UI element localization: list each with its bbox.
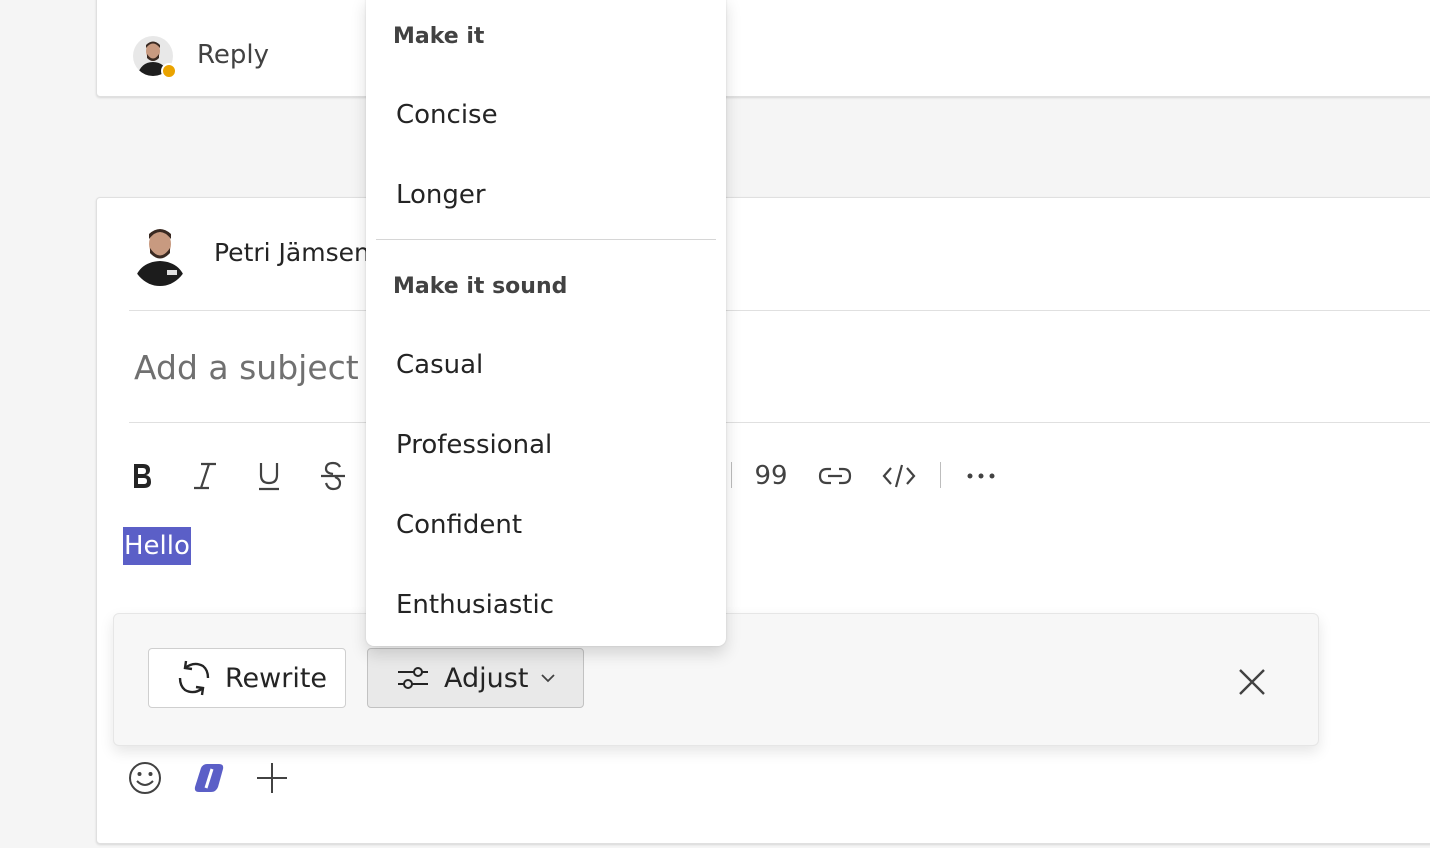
author-name: Petri Jämsen: [214, 238, 370, 267]
reply-card: Reply: [96, 0, 1430, 97]
avatar: [131, 222, 189, 286]
menu-item-longer[interactable]: Longer: [396, 180, 486, 210]
adjust-label: Adjust: [444, 662, 529, 694]
reply-button[interactable]: Reply: [197, 40, 269, 70]
menu-item-confident[interactable]: Confident: [396, 510, 522, 540]
adjust-button[interactable]: Adjust: [367, 648, 584, 708]
code-icon[interactable]: [879, 456, 919, 496]
close-icon[interactable]: [1232, 662, 1272, 702]
divider: [129, 422, 1430, 423]
strikethrough-icon[interactable]: [313, 456, 353, 496]
more-icon[interactable]: [961, 456, 1001, 496]
message-body-text[interactable]: Hello: [123, 527, 191, 565]
link-icon[interactable]: [815, 456, 855, 496]
menu-divider: [376, 239, 716, 240]
adjust-menu: Make it Concise Longer Make it sound Cas…: [366, 0, 726, 646]
menu-item-casual[interactable]: Casual: [396, 350, 483, 380]
menu-section-header: Make it: [393, 24, 485, 49]
copilot-icon[interactable]: [191, 760, 229, 798]
menu-section-header: Make it sound: [393, 274, 568, 299]
rewrite-label: Rewrite: [225, 662, 328, 694]
add-icon[interactable]: [254, 760, 292, 798]
subject-input[interactable]: Add a subject: [134, 348, 359, 387]
underline-icon[interactable]: [249, 456, 289, 496]
quote-icon[interactable]: 99: [751, 456, 791, 496]
presence-away-icon: [161, 63, 177, 79]
bold-icon[interactable]: [122, 456, 162, 496]
toolbar-separator: [731, 462, 732, 488]
divider: [129, 310, 1430, 311]
sliders-icon: [398, 667, 428, 689]
italic-icon[interactable]: [185, 456, 225, 496]
menu-item-professional[interactable]: Professional: [396, 430, 552, 460]
rewrite-button[interactable]: Rewrite: [148, 648, 346, 708]
menu-item-concise[interactable]: Concise: [396, 100, 498, 130]
emoji-icon[interactable]: [127, 760, 165, 798]
menu-item-enthusiastic[interactable]: Enthusiastic: [396, 590, 554, 620]
chevron-down-icon: [541, 674, 556, 683]
rewrite-icon: [178, 660, 210, 696]
toolbar-separator: [940, 462, 941, 488]
compose-card: Petri Jämsen Add a subject 99 Hello: [96, 197, 1430, 844]
